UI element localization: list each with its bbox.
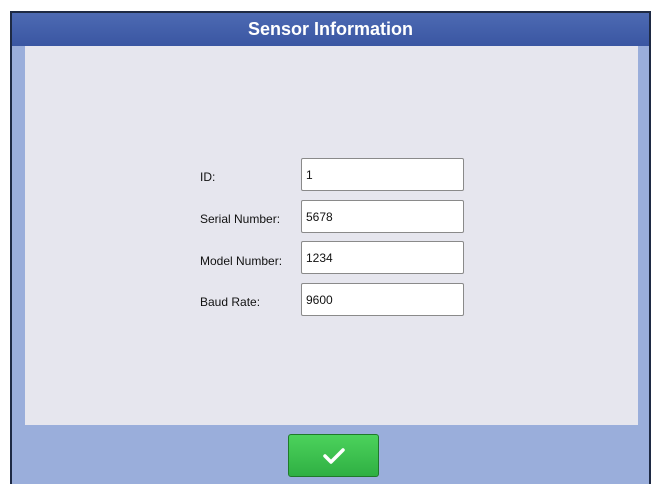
checkmark-icon — [322, 447, 345, 464]
baud-rate-field[interactable] — [301, 283, 464, 316]
baud-rate-label: Baud Rate: — [200, 295, 261, 309]
confirm-button[interactable] — [288, 434, 379, 477]
serial-number-label: Serial Number: — [200, 212, 281, 226]
content-panel: ID: Serial Number: Model Number: Baud Ra… — [25, 46, 638, 425]
id-field[interactable] — [301, 158, 464, 191]
model-number-field[interactable] — [301, 241, 464, 274]
sensor-information-dialog: Sensor Information ID: Serial Number: Mo… — [10, 11, 651, 484]
serial-number-field[interactable] — [301, 200, 464, 233]
id-label: ID: — [200, 170, 216, 184]
dialog-title: Sensor Information — [12, 13, 649, 46]
model-number-label: Model Number: — [200, 254, 283, 268]
